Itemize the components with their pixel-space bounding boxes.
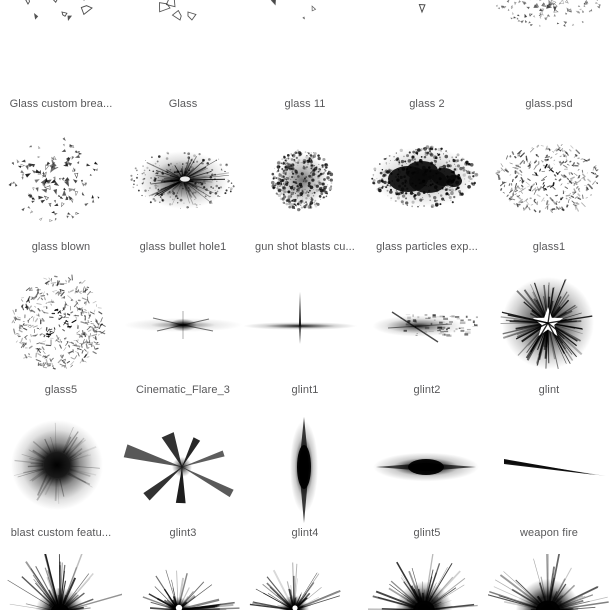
brush-preset-item[interactable] (244, 554, 366, 610)
brush-preset-item[interactable]: glint2 (366, 268, 488, 411)
brush-preset-item[interactable]: weapon fire (488, 411, 610, 554)
brush-label: Cinematic_Flare_3 (135, 384, 231, 396)
brush-thumbnail-soft-radial-blob[interactable] (0, 411, 122, 526)
brush-preset-item[interactable]: glass5 (0, 268, 122, 411)
brush-thumbnail-horizontal-lens[interactable] (366, 411, 488, 526)
brush-label: glint3 (169, 527, 197, 539)
brush-label: gun shot blasts cu... (255, 241, 355, 253)
brush-preset-item[interactable]: glass 11 (244, 0, 366, 125)
brush-thumbnail-spark-burst-e[interactable] (488, 554, 610, 610)
brush-thumbnail-spark-burst-c[interactable] (244, 554, 366, 610)
brush-thumbnail-streak-debris[interactable] (366, 268, 488, 383)
brush-thumbnail-six-spoke-star[interactable] (122, 411, 244, 526)
brush-label: glass 2 (409, 98, 445, 110)
brush-thumbnail-spark-burst-d[interactable] (366, 554, 488, 610)
brush-label: glint2 (413, 384, 441, 396)
brush-label: glint5 (413, 527, 441, 539)
brush-thumbnail-shards-few[interactable] (366, 0, 488, 97)
brush-label: Glass (168, 98, 198, 110)
brush-label: glint1 (291, 384, 319, 396)
brush-label: glass.psd (525, 98, 573, 110)
brush-preset-item[interactable]: glass particles exp... (366, 125, 488, 268)
brush-thumbnail-vertical-spindle[interactable] (244, 411, 366, 526)
brush-thumbnail-shards-sparse-2[interactable] (122, 0, 244, 97)
brush-label: glass particles exp... (376, 241, 478, 253)
brush-thumbnail-thin-angled-streak[interactable] (488, 411, 610, 526)
brush-label: glass blown (31, 241, 91, 253)
brush-thumbnail-spark-burst-b[interactable] (122, 554, 244, 610)
brush-thumbnail-speckle-burst[interactable] (488, 125, 610, 240)
brush-label: weapon fire (520, 527, 578, 539)
brush-label: glass 11 (284, 98, 326, 110)
brush-thumbnail-heavy-blob-spray[interactable] (366, 125, 488, 240)
brush-label: glass5 (44, 384, 78, 396)
brush-preset-item[interactable]: glint5 (366, 411, 488, 554)
brush-thumbnail-starburst-white-core[interactable] (488, 268, 610, 383)
brush-thumbnail-shards-sparse[interactable] (0, 0, 122, 97)
brush-preset-item[interactable]: glass.psd (488, 0, 610, 125)
brush-preset-item[interactable]: glass 2 (366, 0, 488, 125)
brush-preset-item[interactable] (488, 554, 610, 610)
brush-preset-item[interactable]: Cinematic_Flare_3 (122, 268, 244, 411)
brush-preset-item[interactable] (122, 554, 244, 610)
brush-preset-item[interactable]: glass blown (0, 125, 122, 268)
brush-thumbnail-flat-streak-spike[interactable] (244, 268, 366, 383)
brush-preset-item[interactable]: glint3 (122, 411, 244, 554)
brush-label: glint (538, 384, 560, 396)
brush-thumbnail-spark-burst-a[interactable] (0, 554, 122, 610)
brush-label: glass bullet hole1 (139, 241, 227, 253)
brush-preset-item[interactable]: Glass custom brea... (0, 0, 122, 125)
brush-thumbnail-shards-tiny[interactable] (244, 0, 366, 97)
brush-preset-item[interactable] (366, 554, 488, 610)
brush-preset-grid[interactable]: Glass custom brea... Glass glass 11 glass 2… (0, 0, 610, 610)
brush-thumbnail-bullet-impact[interactable] (122, 125, 244, 240)
brush-preset-item[interactable]: blast custom featu... (0, 411, 122, 554)
brush-label: glass1 (532, 241, 566, 253)
brush-label: glint4 (291, 527, 319, 539)
brush-label: blast custom featu... (10, 527, 112, 539)
brush-thumbnail-shards-scattered[interactable] (0, 125, 122, 240)
brush-thumbnail-fine-debris[interactable] (0, 268, 122, 383)
brush-thumbnail-shatter-cluster[interactable] (488, 0, 610, 97)
brush-preset-item[interactable]: glint1 (244, 268, 366, 411)
brush-preset-item[interactable] (0, 554, 122, 610)
brush-preset-item[interactable]: glint (488, 268, 610, 411)
brush-preset-item[interactable]: gun shot blasts cu... (244, 125, 366, 268)
brush-thumbnail-anamorphic-flare[interactable] (122, 268, 244, 383)
brush-label: Glass custom brea... (9, 98, 113, 110)
brush-preset-item[interactable]: glass bullet hole1 (122, 125, 244, 268)
brush-preset-item[interactable]: Glass (122, 0, 244, 125)
brush-preset-item[interactable]: glint4 (244, 411, 366, 554)
brush-preset-item[interactable]: glass1 (488, 125, 610, 268)
brush-thumbnail-soot-spray[interactable] (244, 125, 366, 240)
